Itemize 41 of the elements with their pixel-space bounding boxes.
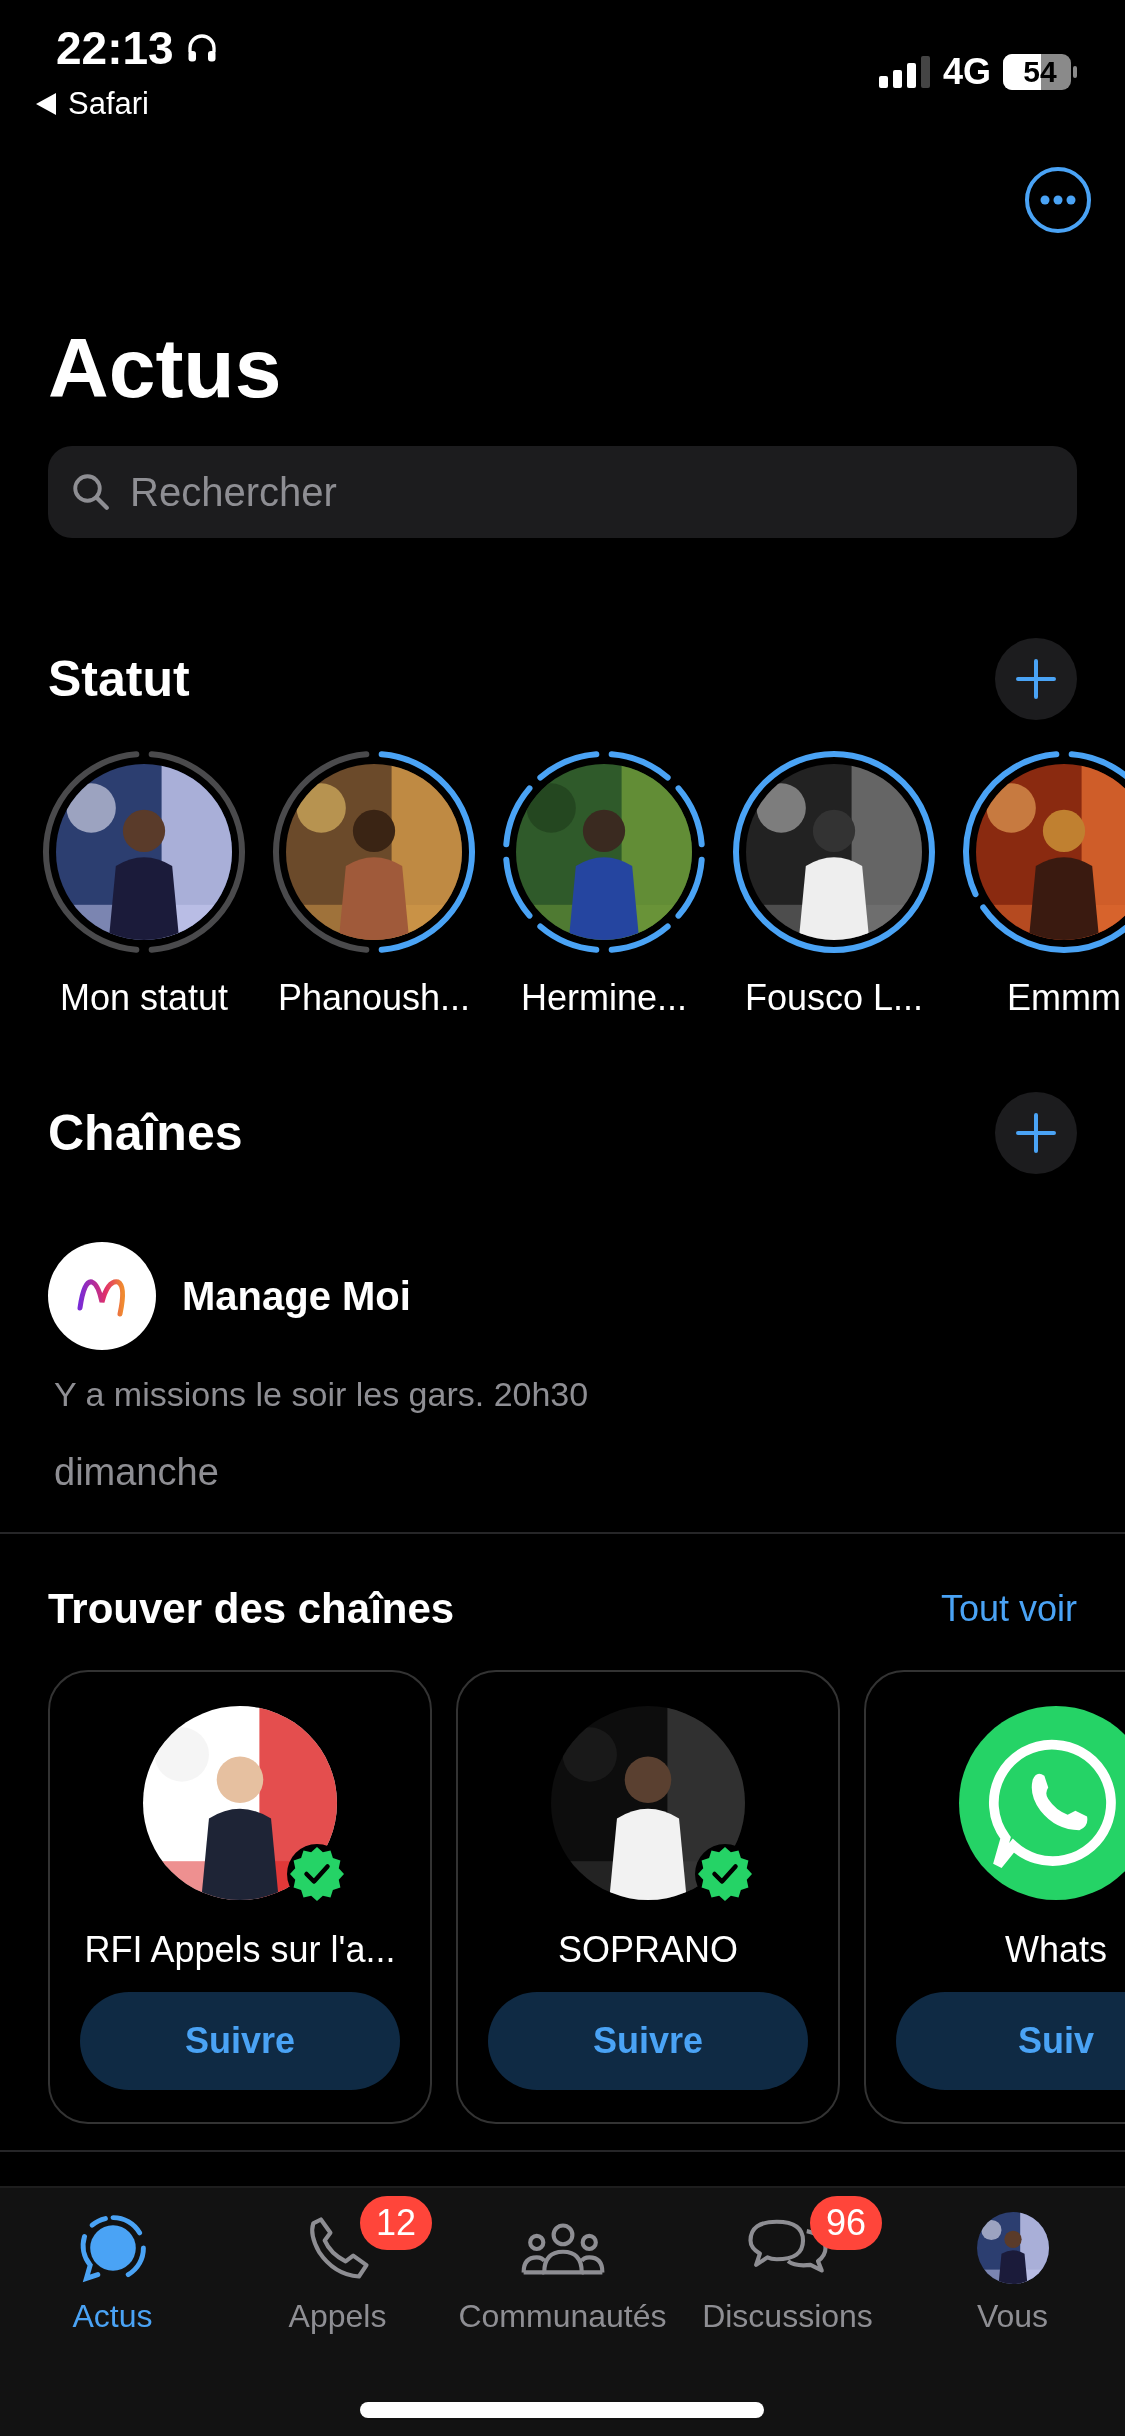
channel-name: Whats [1005, 1928, 1107, 1972]
count-badge: 96 [810, 2196, 883, 2250]
plus-icon [1016, 659, 1056, 699]
section-title: Statut [48, 650, 190, 708]
channel-name: Manage Moi [182, 1273, 411, 1319]
tab[interactable]: Actus [0, 2188, 225, 2436]
plus-icon [1016, 1113, 1056, 1153]
clock-time: 22:13 [56, 21, 174, 75]
back-link[interactable]: Safari [68, 86, 149, 122]
count-badge: 12 [360, 2196, 433, 2250]
more-button[interactable] [1025, 167, 1091, 233]
section-title: Chaînes [48, 1104, 243, 1162]
contact-name[interactable]: Emmm [1007, 976, 1121, 1020]
battery-icon [1003, 54, 1077, 90]
channel-name: SOPRANO [557, 1928, 738, 1972]
message-time: dimanche [54, 1450, 220, 1494]
search-field[interactable]: Rechercher [48, 446, 1077, 538]
battery-percentage: 54 [1023, 55, 1057, 89]
message-preview: Y a missions le soir les gars. 20h30 [54, 1374, 590, 1415]
channel-card[interactable]: SOPRANO Suivre [456, 1670, 840, 2124]
follow-button[interactable]: Suiv [896, 1992, 1125, 2090]
follow-button[interactable]: Suivre [488, 1992, 808, 2090]
channel-card[interactable]: Whats Suiv [864, 1670, 1125, 2124]
channel-card[interactable]: RFI Appels sur l'a... Suivre [48, 1670, 432, 2124]
follow-button[interactable]: Suivre [80, 1992, 400, 2090]
ellipsis-icon [1040, 195, 1076, 205]
chat-logo-icon [959, 1706, 1125, 1900]
contact-name[interactable]: Hermine... [520, 976, 687, 1020]
section-title: Trouver des chaînes [48, 1585, 455, 1633]
contact-name[interactable]: Fousco L... [744, 976, 924, 1020]
tab[interactable]: Vous [900, 2188, 1125, 2436]
tab[interactable]: Communautés [450, 2188, 675, 2436]
back-arrow-icon[interactable] [36, 92, 58, 116]
search-icon [70, 471, 112, 513]
signal-icon [878, 56, 931, 88]
channel-name: RFI Appels sur l'a... [84, 1928, 396, 1972]
page-title: Actus [48, 320, 283, 417]
contact-name[interactable]: Phanoush... [277, 976, 471, 1020]
contact-name[interactable]: Mon statut [59, 976, 229, 1020]
see-all-link[interactable]: Tout voir [940, 1588, 1077, 1630]
network-type: 4G [942, 51, 991, 93]
